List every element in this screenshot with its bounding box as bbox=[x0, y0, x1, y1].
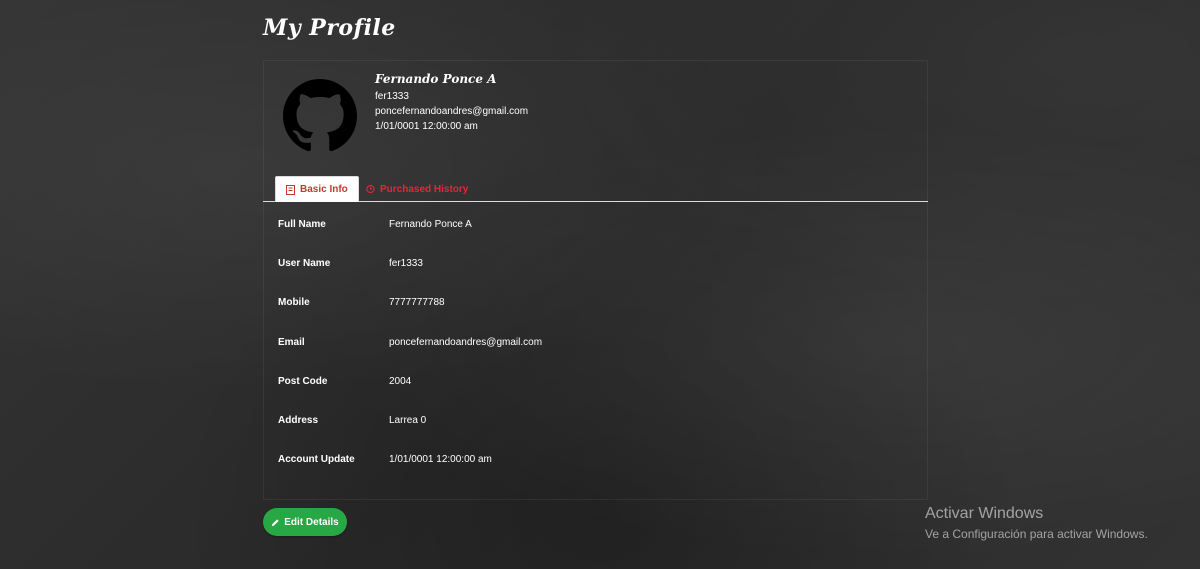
profile-header: Fernando Ponce A fer1333 poncefernandoan… bbox=[375, 72, 528, 134]
field-value: fer1333 bbox=[389, 258, 423, 270]
field-value: Larrea 0 bbox=[389, 414, 427, 426]
table-row: User Name fer1333 bbox=[263, 243, 928, 282]
field-value: Fernando Ponce A bbox=[389, 219, 472, 230]
table-row: Email poncefernandoandres@gmail.com bbox=[263, 322, 928, 361]
clock-icon bbox=[366, 184, 375, 194]
profile-date: 1/01/0001 12:00:00 am bbox=[375, 121, 478, 132]
table-row: Account Update 1/01/0001 12:00:00 am bbox=[263, 439, 928, 478]
avatar bbox=[283, 79, 357, 153]
profile-email: poncefernandoandres@gmail.com bbox=[375, 106, 529, 117]
field-label: Full Name bbox=[278, 219, 326, 230]
table-row: Post Code 2004 bbox=[263, 361, 928, 400]
profile-tabs: Basic Info Purchased History bbox=[263, 176, 928, 202]
field-label: Address bbox=[278, 414, 319, 426]
tab-basic-info[interactable]: Basic Info bbox=[275, 176, 359, 202]
basic-info-table: Full Name Fernando Ponce A User Name fer… bbox=[263, 204, 928, 478]
edit-details-button[interactable]: Edit Details bbox=[263, 508, 347, 536]
field-value: 2004 bbox=[389, 375, 412, 387]
field-label: Account Update bbox=[278, 454, 355, 466]
document-icon bbox=[286, 184, 295, 195]
github-icon bbox=[283, 79, 357, 152]
field-value: 7777777788 bbox=[389, 297, 445, 309]
field-value: 1/01/0001 12:00:00 am bbox=[389, 454, 492, 466]
profile-name: Fernando Ponce A bbox=[375, 72, 497, 86]
edit-details-label: Edit Details bbox=[284, 516, 339, 528]
pencil-icon bbox=[271, 518, 280, 527]
tab-purchased-history-label: Purchased History bbox=[380, 183, 469, 195]
table-row: Address Larrea 0 bbox=[263, 400, 928, 439]
field-value: poncefernandoandres@gmail.com bbox=[389, 336, 543, 348]
windows-activation-watermark: Activar Windows Ve a Configuración para … bbox=[925, 505, 1148, 541]
field-label: Mobile bbox=[278, 297, 310, 309]
field-label: Email bbox=[278, 336, 305, 348]
table-row: Full Name Fernando Ponce A bbox=[263, 204, 928, 243]
field-label: User Name bbox=[278, 258, 331, 270]
tab-basic-info-label: Basic Info bbox=[300, 184, 348, 195]
page-title: My Profile bbox=[263, 15, 396, 41]
profile-username: fer1333 bbox=[375, 91, 409, 102]
tab-purchased-history[interactable]: Purchased History bbox=[356, 176, 478, 202]
watermark-title: Activar Windows bbox=[925, 505, 1044, 522]
table-row: Mobile 7777777788 bbox=[263, 282, 928, 321]
field-label: Post Code bbox=[278, 375, 328, 387]
watermark-subtitle: Ve a Configuración para activar Windows. bbox=[925, 527, 1148, 541]
